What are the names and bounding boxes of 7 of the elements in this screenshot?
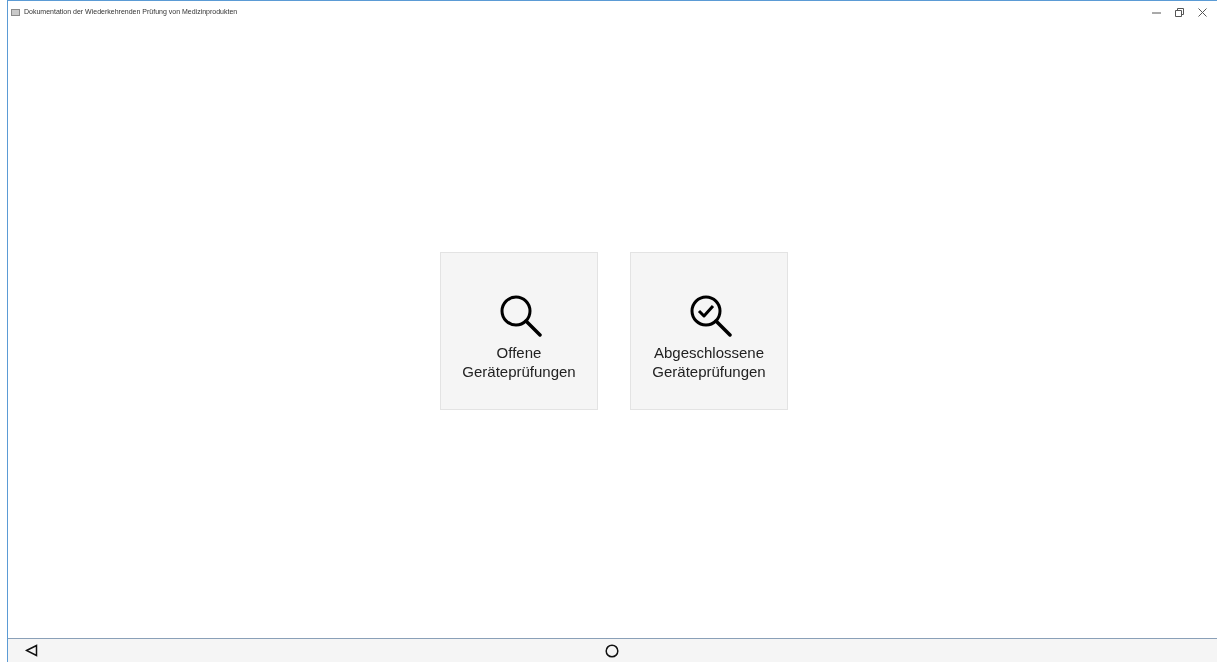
close-icon[interactable]: [1198, 7, 1207, 17]
tile-button[interactable]: Abgeschlossene Geräteprüfungen: [630, 251, 788, 410]
tile-button[interactable]: Offene Geräteprüfungen: [440, 251, 598, 410]
app-icon: [11, 8, 20, 16]
back-icon[interactable]: [25, 644, 38, 657]
home-icon[interactable]: [605, 643, 619, 658]
restore-icon[interactable]: [1175, 7, 1184, 17]
